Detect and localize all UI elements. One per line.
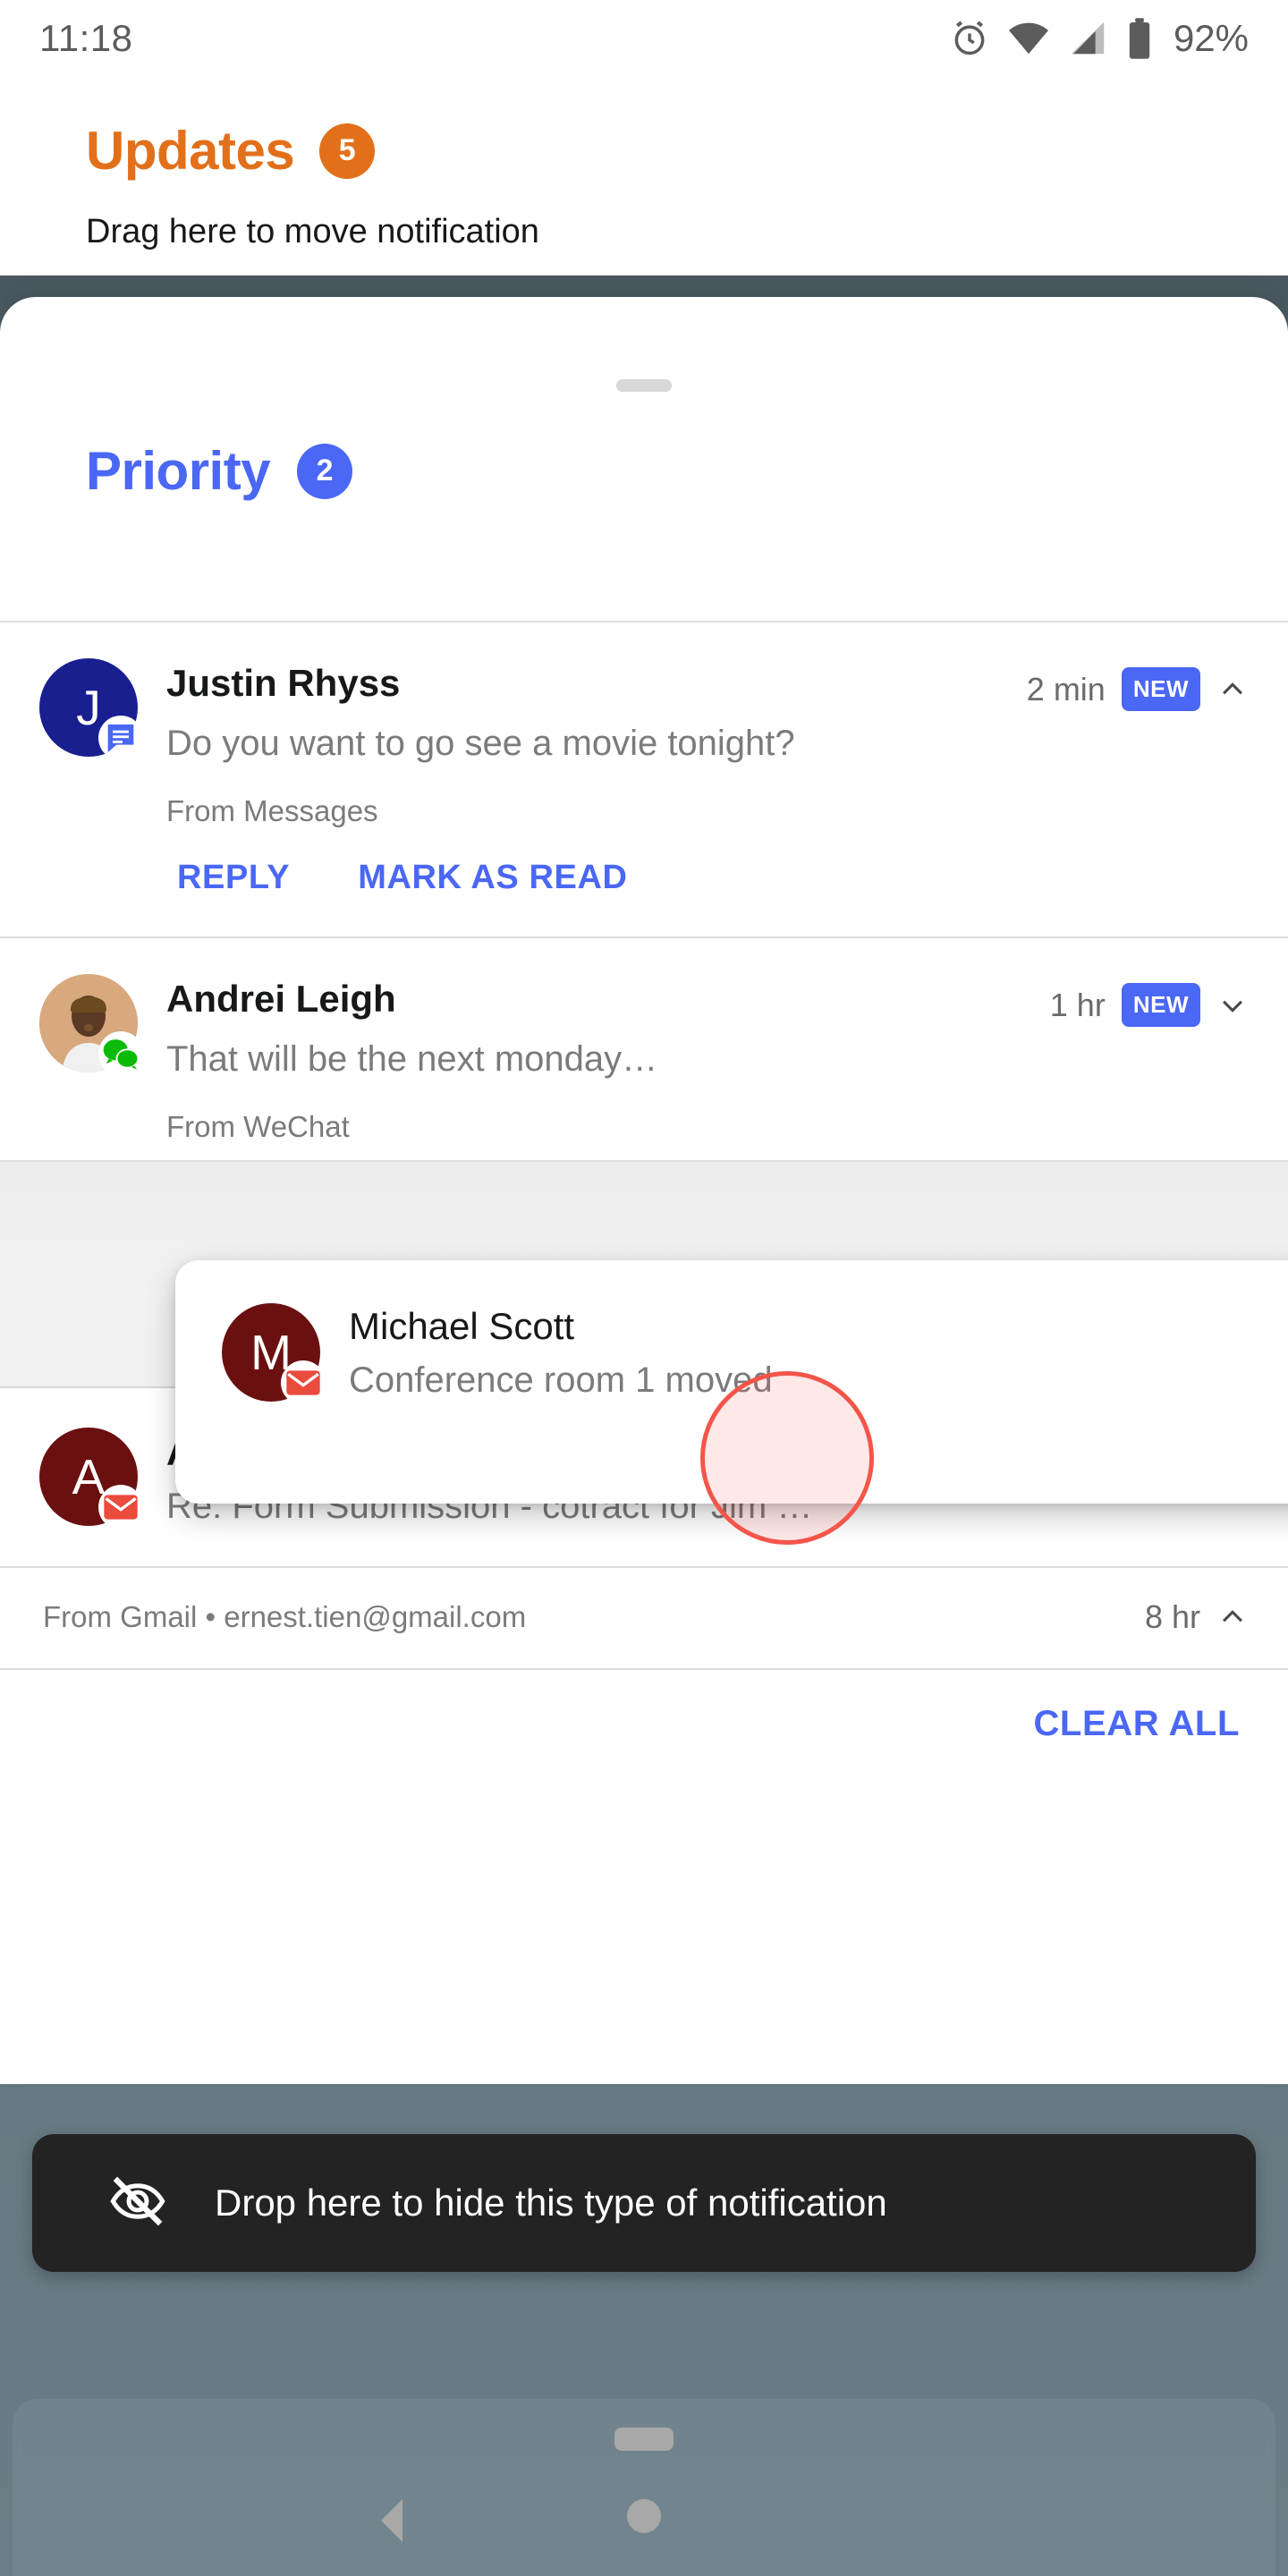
notification-top-row: Justin Rhyss 2 min NEW xyxy=(166,662,1249,711)
priority-count-badge: 2 xyxy=(297,443,353,499)
updates-header: Updates 5 Drag here to move notification xyxy=(0,77,1288,275)
status-bar-clock: 11:18 xyxy=(39,17,133,59)
new-badge: NEW xyxy=(1121,667,1200,711)
status-bar: 11:18 92% xyxy=(0,0,1288,77)
notification-sender: Justin Rhyss xyxy=(166,662,401,704)
dragged-notification-content: M Michael Scott Conference room 1 moved xyxy=(175,1260,1288,1405)
priority-title: Priority xyxy=(86,441,271,501)
avatar: J xyxy=(39,658,143,760)
battery-icon xyxy=(1127,17,1152,60)
mark-as-read-button[interactable]: MARK AS READ xyxy=(358,859,627,897)
gmail-icon-glyph xyxy=(102,1488,140,1526)
clear-all-button[interactable]: CLEAR ALL xyxy=(1033,1704,1240,1744)
drag-hint-text: Drag here to move notification xyxy=(86,213,539,250)
notification-time: 1 hr xyxy=(1049,986,1106,1023)
notification-source: From Messages xyxy=(166,794,378,827)
new-badge: NEW xyxy=(1121,983,1200,1027)
notification-main: Andrei Leigh 1 hr NEW That will be the n… xyxy=(39,974,1249,1144)
nav-drag-handle[interactable] xyxy=(614,2428,674,2451)
source-meta: 8 hr xyxy=(1145,1598,1249,1636)
notification-text: That will be the next monday… xyxy=(166,1039,658,1079)
chevron-up-icon[interactable] xyxy=(1216,1601,1249,1633)
updates-count-badge: 5 xyxy=(319,123,376,179)
chevron-down-icon[interactable] xyxy=(1216,989,1249,1021)
source-time: 8 hr xyxy=(1144,1598,1200,1635)
back-icon[interactable] xyxy=(372,2497,411,2548)
gmail-icon xyxy=(281,1360,326,1405)
alarm-icon xyxy=(950,19,989,58)
chevron-up-icon[interactable] xyxy=(1216,674,1249,706)
notification-sender: Michael Scott xyxy=(349,1305,575,1347)
eye-off-icon xyxy=(107,2175,168,2232)
notification-main: J Justin Rhyss 2 min NEW Do you want to … xyxy=(39,658,1249,828)
notification-source: From WeChat xyxy=(166,1110,350,1143)
battery-percent: 92% xyxy=(1173,17,1249,59)
updates-title: Updates xyxy=(86,121,295,181)
home-icon[interactable] xyxy=(627,2499,661,2533)
navigation-bar xyxy=(13,2399,1275,2576)
signal-icon xyxy=(1068,19,1109,58)
notification-shade: Priority 2 J Justin Rhyss 2 min NEW Do y… xyxy=(0,297,1288,2084)
drop-target-text: Drop here to hide this type of notificat… xyxy=(215,2182,887,2224)
notification-top-row: Andrei Leigh 1 hr NEW xyxy=(166,978,1249,1027)
phone-screen: 11:18 92% Updates 5 Drag here to move no… xyxy=(0,0,1288,2576)
messages-icon-glyph xyxy=(102,719,140,757)
updates-title-row: Updates 5 xyxy=(86,120,376,182)
notification-meta: 1 hr NEW xyxy=(1050,978,1249,1027)
notification-source-row[interactable]: From Gmail • ernest.tien@gmail.com 8 hr xyxy=(0,1568,1288,1668)
gmail-icon xyxy=(98,1485,143,1530)
messages-icon xyxy=(98,716,143,760)
notification-justin-rhyss[interactable]: J Justin Rhyss 2 min NEW Do you want to … xyxy=(0,623,1288,936)
avatar: A xyxy=(39,1428,143,1530)
gmail-icon-glyph xyxy=(284,1364,322,1402)
notification-time: 2 min xyxy=(1026,670,1106,708)
reply-button[interactable]: REPLY xyxy=(177,859,290,897)
avatar xyxy=(39,974,143,1076)
notification-body: Andrei Leigh 1 hr NEW That will be the n… xyxy=(166,974,1249,1144)
notification-actions: REPLY MARK AS READ xyxy=(39,828,1249,906)
notification-meta: 2 min NEW xyxy=(1027,662,1249,711)
wechat-icon xyxy=(98,1031,143,1076)
drop-target-banner[interactable]: Drop here to hide this type of notificat… xyxy=(32,2134,1256,2272)
wechat-icon-glyph xyxy=(102,1035,140,1072)
priority-section-header[interactable]: Priority 2 xyxy=(86,440,353,502)
clear-all-row: CLEAR ALL xyxy=(0,1670,1288,1784)
wifi-icon xyxy=(1007,19,1050,58)
source-text: From Gmail • ernest.tien@gmail.com xyxy=(43,1600,527,1633)
status-bar-icons: 92% xyxy=(950,17,1249,60)
touch-indicator xyxy=(700,1371,874,1545)
notification-text: Do you want to go see a movie tonight? xyxy=(166,724,795,763)
avatar: M xyxy=(222,1303,326,1405)
shade-drag-handle[interactable] xyxy=(616,379,672,392)
notification-body: Justin Rhyss 2 min NEW Do you want to go… xyxy=(166,658,1249,828)
notification-sender: Andrei Leigh xyxy=(166,978,396,1020)
notification-andrei-leigh[interactable]: Andrei Leigh 1 hr NEW That will be the n… xyxy=(0,938,1288,1160)
